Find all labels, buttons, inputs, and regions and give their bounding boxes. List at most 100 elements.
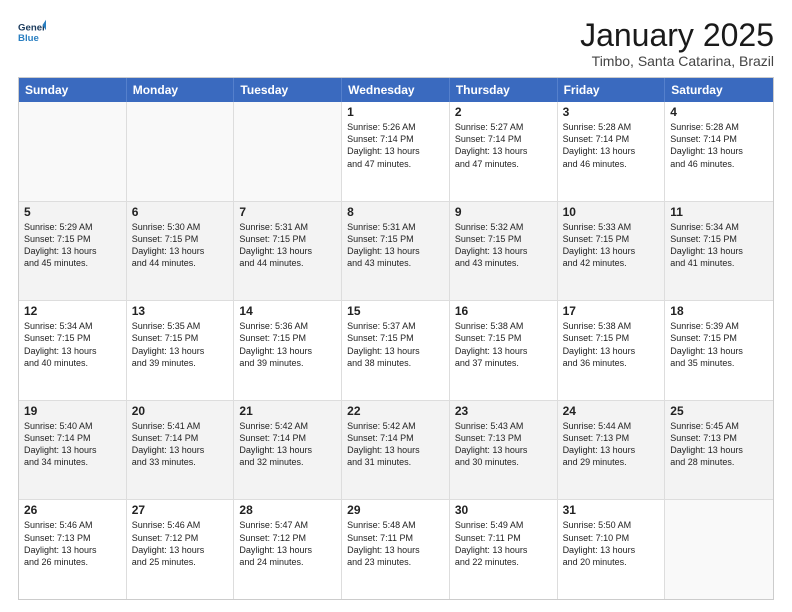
day-number: 10 xyxy=(563,205,660,219)
day-info: Sunrise: 5:30 AMSunset: 7:15 PMDaylight:… xyxy=(132,221,229,270)
calendar: SundayMondayTuesdayWednesdayThursdayFrid… xyxy=(18,77,774,600)
day-info: Sunrise: 5:32 AMSunset: 7:15 PMDaylight:… xyxy=(455,221,552,270)
day-cell-3: 3 Sunrise: 5:28 AMSunset: 7:14 PMDaylight… xyxy=(558,102,666,201)
page: General Blue January 2025 Timbo, Santa C… xyxy=(0,0,792,612)
day-info: Sunrise: 5:27 AMSunset: 7:14 PMDaylight:… xyxy=(455,121,552,170)
day-info: Sunrise: 5:42 AMSunset: 7:14 PMDaylight:… xyxy=(239,420,336,469)
day-number: 13 xyxy=(132,304,229,318)
day-number: 28 xyxy=(239,503,336,517)
day-number: 8 xyxy=(347,205,444,219)
day-number: 27 xyxy=(132,503,229,517)
day-info: Sunrise: 5:38 AMSunset: 7:15 PMDaylight:… xyxy=(563,320,660,369)
header-day-monday: Monday xyxy=(127,78,235,102)
calendar-body: 1 Sunrise: 5:26 AMSunset: 7:14 PMDaylight… xyxy=(19,102,773,599)
header-day-tuesday: Tuesday xyxy=(234,78,342,102)
day-number: 5 xyxy=(24,205,121,219)
day-info: Sunrise: 5:49 AMSunset: 7:11 PMDaylight:… xyxy=(455,519,552,568)
day-info: Sunrise: 5:48 AMSunset: 7:11 PMDaylight:… xyxy=(347,519,444,568)
day-cell-15: 15 Sunrise: 5:37 AMSunset: 7:15 PMDayligh… xyxy=(342,301,450,400)
empty-cell xyxy=(234,102,342,201)
day-number: 2 xyxy=(455,105,552,119)
day-number: 3 xyxy=(563,105,660,119)
day-cell-30: 30 Sunrise: 5:49 AMSunset: 7:11 PMDayligh… xyxy=(450,500,558,599)
day-number: 11 xyxy=(670,205,768,219)
day-info: Sunrise: 5:45 AMSunset: 7:13 PMDaylight:… xyxy=(670,420,768,469)
logo-icon: General Blue xyxy=(18,18,46,46)
day-number: 30 xyxy=(455,503,552,517)
day-info: Sunrise: 5:47 AMSunset: 7:12 PMDaylight:… xyxy=(239,519,336,568)
calendar-week-3: 12 Sunrise: 5:34 AMSunset: 7:15 PMDayligh… xyxy=(19,301,773,401)
day-info: Sunrise: 5:26 AMSunset: 7:14 PMDaylight:… xyxy=(347,121,444,170)
day-number: 12 xyxy=(24,304,121,318)
day-info: Sunrise: 5:38 AMSunset: 7:15 PMDaylight:… xyxy=(455,320,552,369)
day-cell-12: 12 Sunrise: 5:34 AMSunset: 7:15 PMDayligh… xyxy=(19,301,127,400)
day-cell-29: 29Sunrise: 5:48 AMSunset: 7:11 PMDayligh… xyxy=(342,500,450,599)
day-number: 24 xyxy=(563,404,660,418)
day-cell-9: 9 Sunrise: 5:32 AMSunset: 7:15 PMDaylight… xyxy=(450,202,558,301)
day-cell-1: 1 Sunrise: 5:26 AMSunset: 7:14 PMDaylight… xyxy=(342,102,450,201)
day-info: Sunrise: 5:43 AMSunset: 7:13 PMDaylight:… xyxy=(455,420,552,469)
day-cell-13: 13 Sunrise: 5:35 AMSunset: 7:15 PMDayligh… xyxy=(127,301,235,400)
day-cell-22: 22Sunrise: 5:42 AMSunset: 7:14 PMDayligh… xyxy=(342,401,450,500)
day-number: 4 xyxy=(670,105,768,119)
calendar-week-5: 26 Sunrise: 5:46 AMSunset: 7:13 PMDayligh… xyxy=(19,500,773,599)
day-cell-5: 5 Sunrise: 5:29 AMSunset: 7:15 PMDaylight… xyxy=(19,202,127,301)
day-cell-20: 20 Sunrise: 5:41 AMSunset: 7:14 PMDayligh… xyxy=(127,401,235,500)
day-info: Sunrise: 5:35 AMSunset: 7:15 PMDaylight:… xyxy=(132,320,229,369)
day-number: 17 xyxy=(563,304,660,318)
day-number: 9 xyxy=(455,205,552,219)
header-day-thursday: Thursday xyxy=(450,78,558,102)
day-cell-25: 25 Sunrise: 5:45 AMSunset: 7:13 PMDayligh… xyxy=(665,401,773,500)
day-info: Sunrise: 5:39 AMSunset: 7:15 PMDaylight:… xyxy=(670,320,768,369)
day-number: 31 xyxy=(563,503,660,517)
day-cell-28: 28 Sunrise: 5:47 AMSunset: 7:12 PMDayligh… xyxy=(234,500,342,599)
day-info: Sunrise: 5:46 AMSunset: 7:13 PMDaylight:… xyxy=(24,519,121,568)
svg-text:Blue: Blue xyxy=(18,33,39,44)
header-day-friday: Friday xyxy=(558,78,666,102)
day-info: Sunrise: 5:33 AMSunset: 7:15 PMDaylight:… xyxy=(563,221,660,270)
day-info: Sunrise: 5:29 AMSunset: 7:15 PMDaylight:… xyxy=(24,221,121,270)
day-cell-31: 31 Sunrise: 5:50 AMSunset: 7:10 PMDayligh… xyxy=(558,500,666,599)
day-info: Sunrise: 5:40 AMSunset: 7:14 PMDaylight:… xyxy=(24,420,121,469)
day-info: Sunrise: 5:28 AMSunset: 7:14 PMDaylight:… xyxy=(563,121,660,170)
day-number: 18 xyxy=(670,304,768,318)
day-info: Sunrise: 5:34 AMSunset: 7:15 PMDaylight:… xyxy=(24,320,121,369)
day-info: Sunrise: 5:31 AMSunset: 7:15 PMDaylight:… xyxy=(239,221,336,270)
day-info: Sunrise: 5:37 AMSunset: 7:15 PMDaylight:… xyxy=(347,320,444,369)
day-info: Sunrise: 5:36 AMSunset: 7:15 PMDaylight:… xyxy=(239,320,336,369)
day-number: 21 xyxy=(239,404,336,418)
day-info: Sunrise: 5:31 AMSunset: 7:15 PMDaylight:… xyxy=(347,221,444,270)
day-number: 16 xyxy=(455,304,552,318)
day-number: 14 xyxy=(239,304,336,318)
day-cell-4: 4Sunrise: 5:28 AMSunset: 7:14 PMDaylight… xyxy=(665,102,773,201)
day-cell-2: 2 Sunrise: 5:27 AMSunset: 7:14 PMDaylight… xyxy=(450,102,558,201)
day-cell-27: 27Sunrise: 5:46 AMSunset: 7:12 PMDayligh… xyxy=(127,500,235,599)
day-cell-14: 14 Sunrise: 5:36 AMSunset: 7:15 PMDayligh… xyxy=(234,301,342,400)
day-cell-19: 19Sunrise: 5:40 AMSunset: 7:14 PMDayligh… xyxy=(19,401,127,500)
day-info: Sunrise: 5:41 AMSunset: 7:14 PMDaylight:… xyxy=(132,420,229,469)
empty-cell xyxy=(665,500,773,599)
day-number: 7 xyxy=(239,205,336,219)
day-cell-24: 24Sunrise: 5:44 AMSunset: 7:13 PMDayligh… xyxy=(558,401,666,500)
header-day-wednesday: Wednesday xyxy=(342,78,450,102)
day-cell-7: 7 Sunrise: 5:31 AMSunset: 7:15 PMDaylight… xyxy=(234,202,342,301)
subtitle: Timbo, Santa Catarina, Brazil xyxy=(580,53,774,69)
header-day-saturday: Saturday xyxy=(665,78,773,102)
empty-cell xyxy=(19,102,127,201)
day-number: 15 xyxy=(347,304,444,318)
header-day-sunday: Sunday xyxy=(19,78,127,102)
day-info: Sunrise: 5:50 AMSunset: 7:10 PMDaylight:… xyxy=(563,519,660,568)
day-cell-26: 26 Sunrise: 5:46 AMSunset: 7:13 PMDayligh… xyxy=(19,500,127,599)
day-number: 22 xyxy=(347,404,444,418)
day-number: 26 xyxy=(24,503,121,517)
day-number: 20 xyxy=(132,404,229,418)
day-cell-8: 8 Sunrise: 5:31 AMSunset: 7:15 PMDaylight… xyxy=(342,202,450,301)
day-number: 1 xyxy=(347,105,444,119)
day-number: 25 xyxy=(670,404,768,418)
day-info: Sunrise: 5:34 AMSunset: 7:15 PMDaylight:… xyxy=(670,221,768,270)
title-block: January 2025 Timbo, Santa Catarina, Braz… xyxy=(580,18,774,69)
day-cell-17: 17 Sunrise: 5:38 AMSunset: 7:15 PMDayligh… xyxy=(558,301,666,400)
day-cell-21: 21 Sunrise: 5:42 AMSunset: 7:14 PMDayligh… xyxy=(234,401,342,500)
calendar-header-row: SundayMondayTuesdayWednesdayThursdayFrid… xyxy=(19,78,773,102)
calendar-week-1: 1 Sunrise: 5:26 AMSunset: 7:14 PMDaylight… xyxy=(19,102,773,202)
